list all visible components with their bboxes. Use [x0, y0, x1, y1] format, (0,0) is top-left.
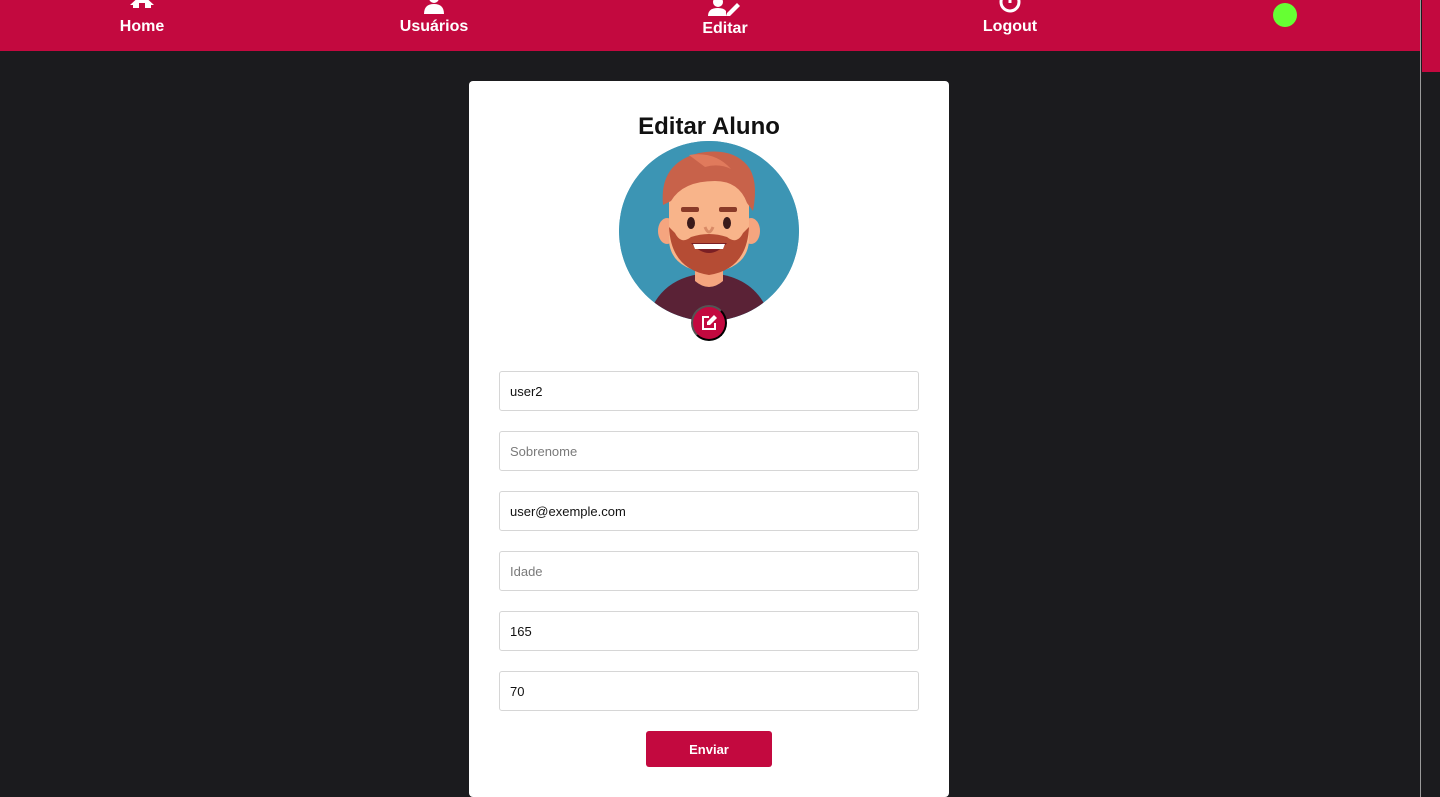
edit-icon — [702, 315, 717, 330]
nav-usuarios-label: Usuários — [399, 18, 469, 35]
nav-logout-label: Logout — [982, 18, 1038, 35]
nav-usuarios[interactable]: Usuários — [394, 0, 474, 51]
submit-button[interactable]: Enviar — [646, 731, 772, 767]
age-field[interactable] — [499, 551, 919, 591]
height-field[interactable] — [499, 611, 919, 651]
nav-editar-label: Editar — [702, 20, 748, 37]
edit-photo-button[interactable] — [691, 305, 727, 341]
user-avatar-illustration — [619, 141, 799, 321]
nav-logout[interactable]: Logout — [975, 0, 1045, 51]
user-icon — [422, 0, 446, 14]
edit-icon — [708, 0, 742, 16]
email-field[interactable] — [499, 491, 919, 531]
online-status-indicator — [1273, 3, 1297, 27]
top-navbar: Home Usuários Editar Logout — [0, 0, 1420, 51]
scrollbar-thumb[interactable] — [1422, 0, 1440, 72]
edit-student-card: Editar Aluno user2 Sobrenome user@exempl… — [469, 81, 949, 797]
page-scrollbar[interactable] — [1420, 0, 1440, 797]
avatar — [619, 141, 799, 321]
page-title: Editar Aluno — [638, 113, 780, 140]
home-icon — [129, 0, 155, 14]
nav-home-label: Home — [119, 18, 165, 35]
power-icon — [997, 0, 1023, 14]
last-name-field[interactable] — [499, 431, 919, 471]
nav-editar[interactable]: Editar — [695, 0, 755, 51]
first-name-field[interactable] — [499, 371, 919, 411]
nav-home[interactable]: Home — [112, 0, 172, 51]
weight-field[interactable] — [499, 671, 919, 711]
